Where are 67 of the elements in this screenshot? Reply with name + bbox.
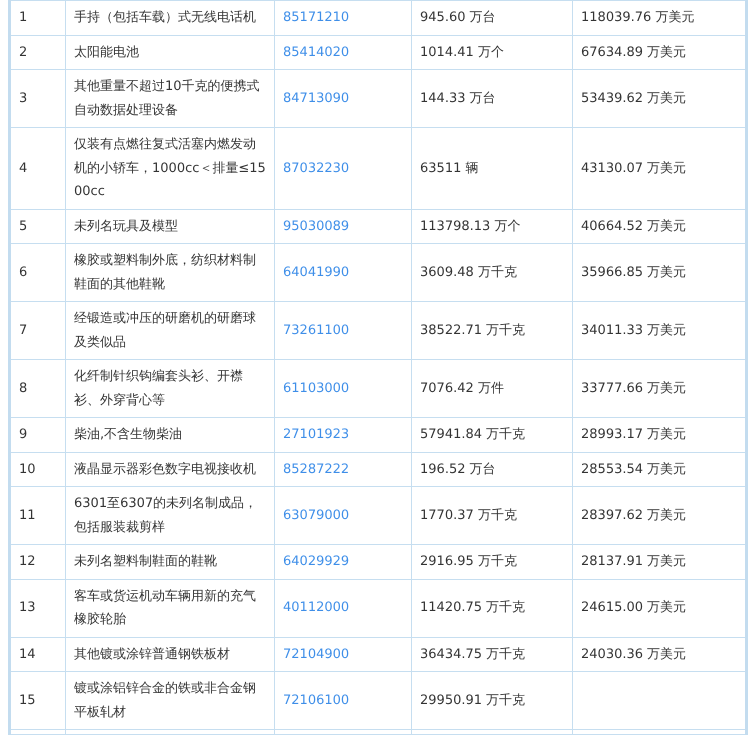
product-name: 仅装有点燃往复式活塞内燃发动机的小轿车，1000cc＜排量≤1500cc [74, 137, 266, 199]
quantity-cell: 29950.91 万千克 [420, 692, 526, 708]
amount-cell: 28993.17 万美元 [581, 427, 686, 442]
quantity-cell: 196.52 万台 [420, 462, 496, 476]
quantity-cell: 945.60 万台 [420, 10, 496, 25]
product-name: 客车或货运机动车辆用新的充气橡胶轮胎 [74, 588, 256, 627]
quantity-cell: 57941.84 万千克 [420, 427, 526, 442]
amount-cell: 33777.66 万美元 [581, 380, 686, 396]
quantity-cell: 1770.37 万千克 [420, 508, 517, 523]
amount-cell: 28397.62 万美元 [581, 508, 686, 523]
row-number: 11 [19, 508, 36, 523]
quantity-cell: 36434.75 万千克 [420, 646, 526, 662]
quantity-cell: 2916.95 万千克 [420, 554, 517, 569]
amount-cell: 24030.36 万美元 [581, 646, 686, 662]
quantity-cell: 11420.75 万千克 [420, 600, 526, 616]
row-number: 7 [19, 322, 28, 338]
amount-cell: 67634.89 万美元 [581, 44, 686, 60]
product-name: 手持（包括车载）式无线电话机 [74, 10, 256, 25]
row-number: 15 [19, 692, 36, 708]
row-number: 9 [19, 427, 28, 442]
product-name: 未列名塑料制鞋面的鞋靴 [74, 554, 217, 569]
product-name: 柴油,不含生物柴油 [74, 427, 182, 442]
row-number: 3 [19, 90, 28, 106]
product-name: 橡胶或塑料制外底，纺织材料制鞋面的其他鞋靴 [74, 253, 256, 292]
row-number: 1 [19, 10, 28, 25]
row-number: 6 [19, 264, 28, 280]
product-name: 未列名玩具及模型 [74, 218, 178, 234]
product-name: 其他镀或涂锌普通钢铁板材 [74, 646, 230, 662]
row-number: 14 [19, 646, 36, 662]
amount-cell: 34011.33 万美元 [581, 322, 686, 338]
commodity-code-link[interactable]: 64041990 [283, 264, 350, 280]
product-name: 其他重量不超过10千克的便携式自动数据处理设备 [74, 79, 260, 118]
commodity-code-link[interactable]: 87032230 [283, 160, 350, 176]
amount-cell: 53439.62 万美元 [581, 90, 686, 106]
quantity-cell: 144.33 万台 [420, 90, 496, 106]
quantity-cell: 113798.13 万个 [420, 218, 520, 234]
commodity-code-link[interactable]: 40112000 [283, 600, 350, 616]
commodity-code-link[interactable]: 73261100 [283, 322, 350, 338]
quantity-cell: 1014.41 万个 [420, 44, 504, 60]
amount-cell: 24615.00 万美元 [581, 600, 686, 616]
product-name: 化纤制针织钩编套头衫、开襟衫、外穿背心等 [74, 369, 243, 408]
commodity-code-link[interactable]: 61103000 [283, 380, 350, 396]
row-number: 5 [19, 218, 28, 234]
row-number: 2 [19, 44, 28, 60]
amount-cell: 28553.54 万美元 [581, 462, 686, 476]
row-number: 8 [19, 380, 28, 396]
row-number: 4 [19, 160, 28, 176]
product-name: 6301至6307的未列名制成品，包括服装裁剪样 [74, 496, 258, 534]
commodity-code-link[interactable]: 72106100 [283, 692, 350, 708]
row-number: 12 [19, 554, 36, 569]
product-name: 经锻造或冲压的研磨机的研磨球及类似品 [74, 311, 256, 350]
amount-cell: 118039.76 万美元 [581, 10, 694, 25]
amount-cell: 35966.85 万美元 [581, 264, 686, 280]
commodity-code-link[interactable]: 63079000 [283, 508, 350, 523]
row-number: 13 [19, 600, 36, 616]
product-name: 镀或涂铝锌合金的铁或非合金钢平板轧材 [74, 681, 256, 720]
amount-cell: 28137.91 万美元 [581, 554, 686, 569]
amount-cell: 40664.52 万美元 [581, 218, 686, 234]
product-name: 液晶显示器彩色数字电视接收机 [74, 462, 256, 476]
commodity-code-link[interactable]: 84713090 [283, 90, 350, 106]
amount-cell: 43130.07 万美元 [581, 160, 686, 176]
quantity-cell: 63511 辆 [420, 160, 478, 176]
quantity-cell: 3609.48 万千克 [420, 264, 517, 280]
product-name: 太阳能电池 [74, 44, 139, 60]
row-number: 10 [19, 462, 36, 476]
quantity-cell: 7076.42 万件 [420, 380, 504, 396]
quantity-cell: 38522.71 万千克 [420, 322, 526, 338]
